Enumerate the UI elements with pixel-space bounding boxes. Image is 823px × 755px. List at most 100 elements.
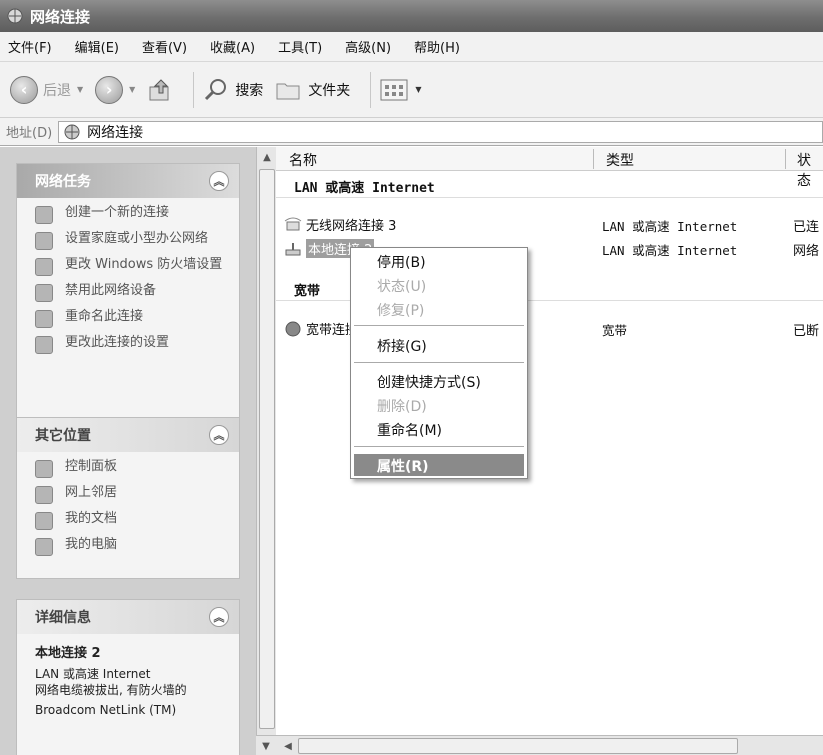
scroll-up-icon[interactable]: ▲	[257, 147, 277, 167]
task-label: 更改此连接的设置	[65, 335, 170, 350]
menu-create-shortcut[interactable]: 创建快捷方式(S)	[377, 372, 481, 392]
place-my-documents[interactable]: 我的文档	[35, 512, 231, 530]
menu-repair[interactable]: 修复(P)	[377, 300, 424, 320]
connection-status: 已连	[793, 220, 820, 235]
connection-name: 无线网络连接 3	[284, 215, 396, 234]
address-bar: 地址(D) 网络连接	[0, 118, 823, 146]
other-places-header[interactable]: 其它位置 ︽	[17, 418, 239, 452]
column-divider[interactable]	[593, 149, 594, 169]
place-label: 控制面板	[65, 459, 118, 474]
search-button[interactable]: 搜索	[202, 76, 263, 104]
back-button[interactable]: ‹ 后退 ▼	[10, 75, 83, 104]
details-title: 详细信息	[35, 610, 91, 626]
menu-status[interactable]: 状态(U)	[377, 276, 426, 296]
menu-view[interactable]: 查看(V)	[142, 37, 187, 56]
collapse-icon[interactable]: ︽	[209, 607, 229, 627]
menu-separator	[354, 325, 524, 326]
title-bar: 网络连接	[0, 0, 823, 32]
details-connection-status: 网络电缆被拔出, 有防火墙的	[35, 683, 187, 697]
scroll-left-icon[interactable]: ◀	[278, 736, 298, 755]
details-connection-name: 本地连接 2	[35, 646, 101, 661]
menu-tools[interactable]: 工具(T)	[278, 37, 322, 56]
view-grid-icon	[380, 79, 408, 100]
menu-help[interactable]: 帮助(H)	[414, 37, 460, 56]
task-disable-device[interactable]: 禁用此网络设备	[35, 284, 231, 302]
scroll-down-icon[interactable]: ▼	[256, 736, 276, 755]
toolbar-separator	[193, 71, 195, 108]
menu-delete[interactable]: 删除(D)	[377, 396, 427, 416]
column-type[interactable]: 类型	[606, 150, 634, 170]
folders-button[interactable]: 文件夹	[275, 78, 350, 102]
menu-disable[interactable]: 停用(B)	[377, 252, 426, 272]
folders-label: 文件夹	[308, 82, 351, 99]
menu-bridge[interactable]: 桥接(G)	[377, 336, 427, 356]
other-places-panel: 其它位置 ︽ 控制面板 网上邻居 我的文档 我的电脑	[16, 417, 240, 579]
address-label: 地址(D)	[6, 126, 53, 141]
broadband-connection-icon	[285, 321, 301, 336]
lan-connection-icon	[285, 242, 301, 255]
place-label: 我的文档	[65, 511, 118, 526]
menu-edit[interactable]: 编辑(E)	[75, 37, 119, 56]
group-divider	[276, 197, 823, 198]
up-button[interactable]	[147, 77, 173, 103]
network-connections-icon	[64, 124, 80, 139]
task-label: 设置家庭或小型办公网络	[65, 231, 209, 246]
task-firewall-settings[interactable]: 更改 Windows 防火墙设置	[35, 258, 231, 276]
connection-name-label: 无线网络连接 3	[306, 219, 397, 234]
details-header[interactable]: 详细信息 ︽	[17, 600, 239, 634]
forward-arrow-icon: ›	[95, 75, 124, 104]
task-label: 重命名此连接	[65, 309, 144, 324]
menu-file[interactable]: 文件(F)	[8, 37, 52, 56]
documents-icon	[35, 512, 53, 530]
views-button[interactable]: ▼	[379, 77, 421, 103]
column-divider[interactable]	[785, 149, 786, 169]
place-my-computer[interactable]: 我的电脑	[35, 538, 231, 556]
task-change-settings[interactable]: 更改此连接的设置	[35, 336, 231, 354]
menu-properties[interactable]: 属性(R)	[377, 456, 429, 476]
group-broadband-header: 宽带	[294, 284, 321, 299]
details-device: Broadcom NetLink (TM)	[35, 703, 177, 717]
disable-device-icon	[35, 284, 53, 302]
search-icon	[205, 78, 227, 100]
column-status[interactable]: 状态	[797, 150, 823, 190]
task-pane-scrollbar[interactable]: ▲	[256, 147, 276, 755]
scrollbar-thumb[interactable]	[298, 738, 738, 754]
network-tasks-title: 网络任务	[35, 174, 91, 190]
toolbar-separator	[370, 71, 372, 108]
network-tasks-panel: 网络任务 ︽ 创建一个新的连接 设置家庭或小型办公网络 更改 Windows 防…	[16, 163, 240, 427]
back-label: 后退	[43, 82, 71, 99]
connection-type: LAN 或高速 Internet	[602, 219, 738, 234]
menu-advanced[interactable]: 高级(N)	[345, 37, 391, 56]
forward-dropdown-icon[interactable]: ▼	[129, 85, 135, 94]
menu-separator	[354, 446, 524, 447]
connection-status: 已断	[793, 324, 820, 339]
task-create-connection[interactable]: 创建一个新的连接	[35, 206, 231, 224]
connection-status: 网络	[793, 244, 820, 259]
scrollbar-thumb[interactable]	[259, 169, 275, 729]
collapse-icon[interactable]: ︽	[209, 171, 229, 191]
menu-favorites[interactable]: 收藏(A)	[210, 37, 255, 56]
connection-type: 宽带	[602, 323, 628, 338]
task-rename-connection[interactable]: 重命名此连接	[35, 310, 231, 328]
search-label: 搜索	[235, 82, 264, 99]
connection-row-wireless[interactable]: 无线网络连接 3 LAN 或高速 Internet 已连	[276, 213, 823, 235]
details-connection-type: LAN 或高速 Internet	[35, 667, 151, 681]
collapse-icon[interactable]: ︽	[209, 425, 229, 445]
network-connections-icon	[7, 8, 23, 24]
horizontal-scrollbar[interactable]: ▼ ◀	[256, 735, 823, 755]
forward-button[interactable]: › ▼	[95, 75, 135, 104]
place-control-panel[interactable]: 控制面板	[35, 460, 231, 478]
address-value: 网络连接	[87, 124, 144, 141]
menu-separator	[354, 362, 524, 363]
column-name[interactable]: 名称	[289, 150, 317, 170]
place-label: 网上邻居	[65, 485, 118, 500]
network-tasks-header[interactable]: 网络任务 ︽	[17, 164, 239, 198]
menu-rename[interactable]: 重命名(M)	[377, 420, 442, 440]
views-dropdown-icon[interactable]: ▼	[415, 85, 421, 94]
task-home-network[interactable]: 设置家庭或小型办公网络	[35, 232, 231, 250]
address-field[interactable]: 网络连接	[58, 120, 823, 143]
computer-icon	[35, 538, 53, 556]
place-network-places[interactable]: 网上邻居	[35, 486, 231, 504]
back-dropdown-icon[interactable]: ▼	[77, 85, 83, 94]
place-label: 我的电脑	[65, 537, 118, 552]
